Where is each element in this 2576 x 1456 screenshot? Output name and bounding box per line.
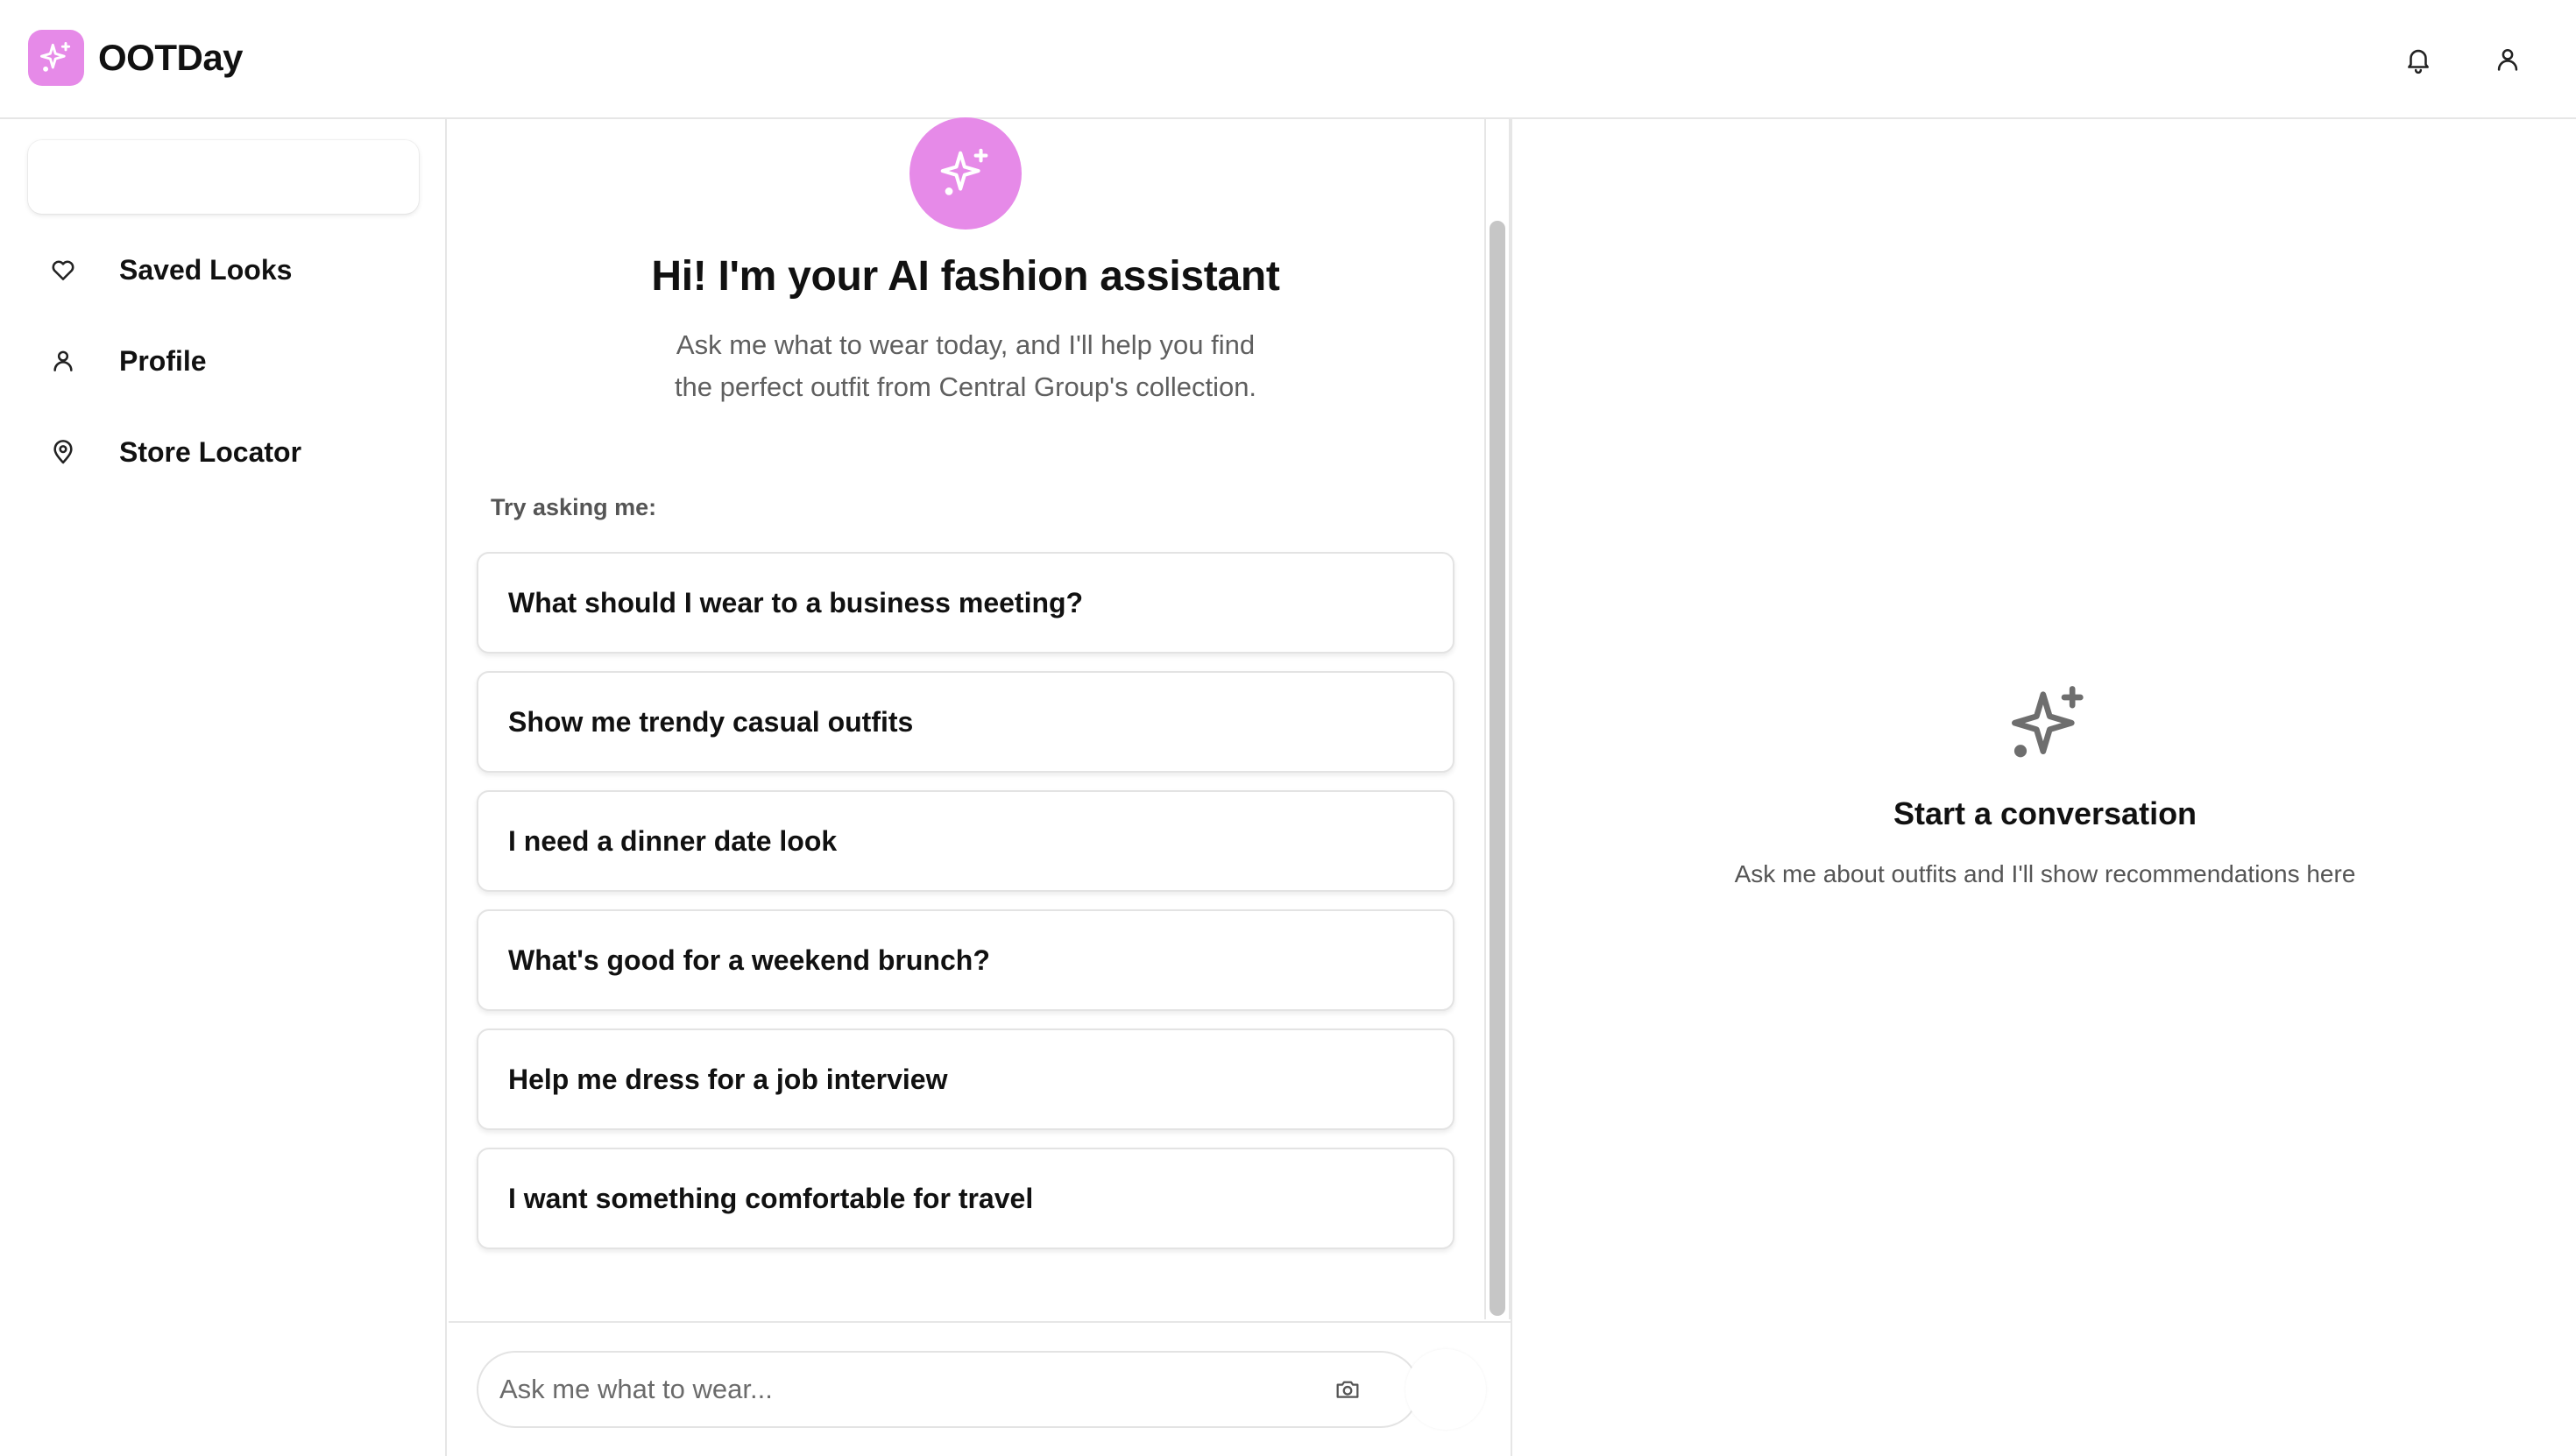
sidebar-item-label: Profile (119, 344, 207, 377)
user-icon (28, 326, 98, 396)
sidebar-item-label: Store Locator (119, 435, 302, 468)
recommendations-panel: Start a conversation Ask me about outfit… (1511, 119, 2576, 1456)
chat-scrollbar-thumb[interactable] (1490, 221, 1505, 1316)
sidebar: Saved Looks Profile Store Locator (0, 119, 447, 1456)
account-button[interactable] (2487, 39, 2529, 81)
subtitle-line: the perfect outfit from Central Group's … (674, 371, 1257, 402)
camera-icon (1336, 1381, 1359, 1398)
subtitle-line: Ask me what to wear today, and I'll help… (676, 329, 1256, 360)
suggestion-chip[interactable]: Help me dress for a job interview (477, 1028, 1454, 1130)
sidebar-item-label: Saved Looks (119, 253, 293, 286)
top-bar: OOTDay (0, 0, 2576, 119)
app-logo[interactable] (28, 30, 84, 86)
suggestions-label: Try asking me: (491, 494, 657, 520)
empty-state-title: Start a conversation (1893, 795, 2197, 831)
send-button[interactable] (1405, 1349, 1486, 1430)
assistant-greeting-title: Hi! I'm your AI fashion assistant (651, 253, 1280, 300)
chat-panel: Hi! I'm your AI fashion assistant Ask me… (449, 117, 1511, 1456)
heart-icon (28, 235, 98, 305)
suggestion-chip[interactable]: What's good for a weekend brunch? (477, 909, 1454, 1011)
bell-icon (2408, 49, 2429, 74)
map-pin-icon (28, 417, 98, 487)
camera-button[interactable] (1328, 1370, 1367, 1409)
suggestion-chip[interactable]: What should I wear to a business meeting… (477, 552, 1454, 654)
empty-state-subtitle: Ask me about outfits and I'll show recom… (1734, 860, 2356, 887)
sidebar-item-store-locator[interactable]: Store Locator (28, 417, 419, 487)
sidebar-item-profile[interactable]: Profile (28, 326, 419, 396)
suggestion-chip[interactable]: Show me trendy casual outfits (477, 671, 1454, 773)
assistant-avatar (909, 117, 1022, 230)
message-composer (449, 1321, 1511, 1456)
sparkles-icon (40, 42, 71, 72)
user-icon (2497, 48, 2518, 71)
sparkles-icon (940, 148, 988, 195)
sidebar-item-saved-looks[interactable]: Saved Looks (28, 235, 419, 305)
notifications-button[interactable] (2397, 39, 2439, 81)
suggestion-chip[interactable]: I want something comfortable for travel (477, 1148, 1454, 1249)
app-title: OOTDay (98, 37, 244, 78)
sidebar-search-box[interactable] (28, 140, 419, 214)
suggestion-chip[interactable]: I need a dinner date look (477, 790, 1454, 892)
assistant-greeting-subtitle: Ask me what to wear today, and I'll help… (624, 324, 1307, 408)
sparkles-icon (2012, 686, 2084, 758)
chat-input[interactable] (477, 1351, 1419, 1428)
